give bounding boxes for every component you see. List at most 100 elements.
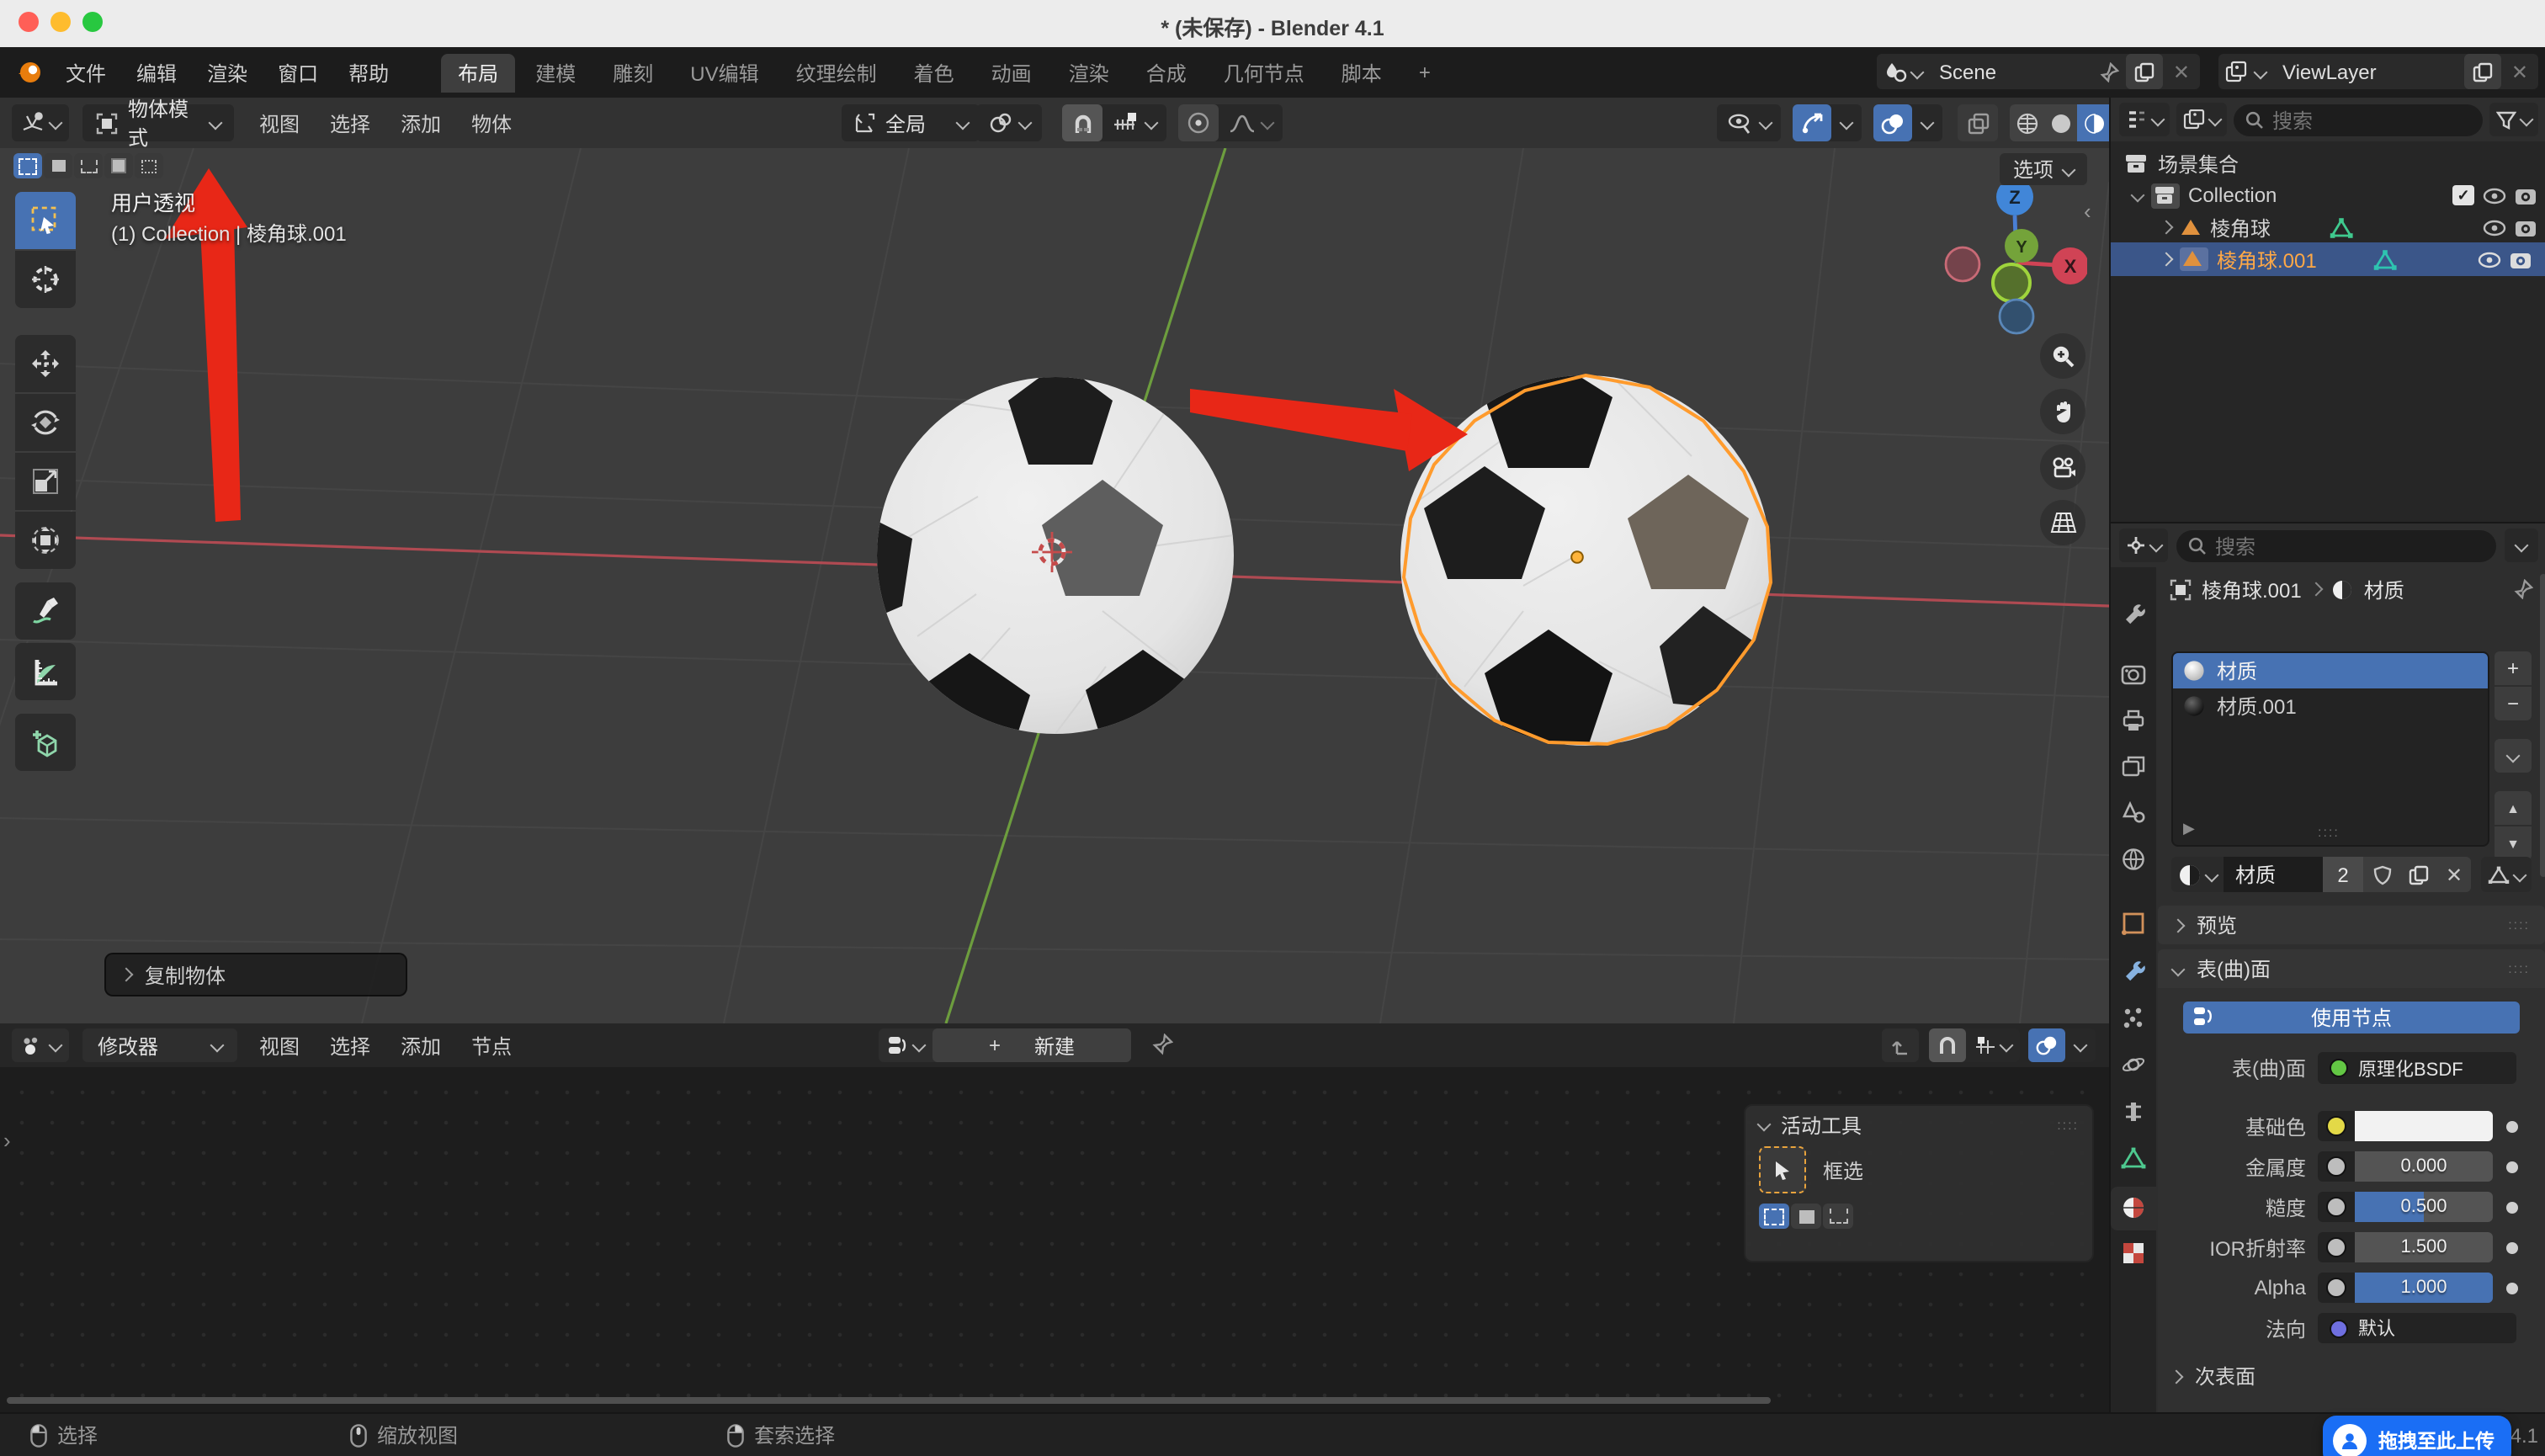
editor-type-outliner[interactable] (2119, 103, 2170, 136)
new-scene-button[interactable] (2126, 54, 2163, 89)
xray-toggle[interactable] (1958, 104, 1998, 141)
shader-dropdown[interactable]: 原理化BSDF (2318, 1052, 2516, 1084)
outliner-search[interactable]: 搜索 (2234, 104, 2483, 136)
properties-search[interactable]: 搜索 (2176, 529, 2496, 561)
workspace-tab-geonodes[interactable]: 几何节点 (1207, 53, 1321, 92)
node-overlays-dropdown[interactable] (2065, 1028, 2096, 1062)
outliner-filter-dropdown[interactable] (2489, 103, 2538, 136)
tool-cursor[interactable] (15, 251, 76, 308)
hide-eye-icon[interactable] (2478, 250, 2501, 268)
outliner-row-object2-selected[interactable]: 棱角球.001 (2111, 242, 2545, 276)
slot-move-up-button[interactable]: ▲ (2495, 791, 2532, 825)
orientation-dropdown[interactable]: 全局 (842, 104, 980, 141)
tab-object-data[interactable] (2121, 1146, 2146, 1170)
material-name-field[interactable]: 材质 (2224, 857, 2323, 892)
material-slot-0[interactable]: 材质 (2173, 653, 2488, 688)
operator-panel[interactable]: 复制物体 (104, 953, 407, 996)
node-add-menu[interactable]: 添加 (385, 1031, 456, 1060)
visibility-dropdown[interactable] (1717, 104, 1781, 141)
viewlayer-name[interactable]: ViewLayer (2272, 60, 2464, 83)
metallic-slider[interactable]: 0.000 (2355, 1151, 2493, 1182)
tab-tool[interactable] (2121, 601, 2146, 626)
normal-field[interactable]: 默认 (2318, 1313, 2516, 1343)
pan-view-button[interactable] (2040, 389, 2085, 434)
snap-toggle[interactable] (1062, 104, 1102, 141)
workspace-tab-layout[interactable]: 布局 (441, 53, 515, 92)
overlays-dropdown[interactable] (1912, 104, 1942, 141)
object-menu[interactable]: 物体 (456, 109, 527, 137)
slot-list-grip[interactable]: :::: (2318, 825, 2340, 840)
view-menu[interactable]: 视图 (244, 109, 315, 137)
pivot-dropdown[interactable] (976, 104, 1042, 141)
properties-scrollbar[interactable] (2540, 574, 2545, 877)
editor-type-3dview[interactable] (12, 104, 69, 141)
tab-object[interactable] (2121, 911, 2146, 936)
node-select-menu[interactable]: 选择 (315, 1031, 385, 1060)
workspace-tab-uv[interactable]: UV编辑 (673, 53, 775, 92)
slot-move-down-button[interactable]: ▼ (2495, 826, 2532, 860)
tool-transform[interactable] (15, 512, 76, 569)
scene-icon[interactable] (1877, 61, 1929, 82)
zoom-view-button[interactable] (2040, 333, 2085, 379)
decorator-dot[interactable] (2506, 1120, 2518, 1132)
expand-chevron[interactable] (2160, 252, 2174, 267)
select-invert-mode[interactable] (104, 153, 133, 178)
link-mode-dropdown[interactable] (2481, 857, 2532, 892)
outliner-row-object1[interactable]: 棱角球 (2161, 212, 2537, 242)
users-count-button[interactable]: 2 (2323, 857, 2363, 892)
falloff-dropdown[interactable] (1219, 104, 1283, 141)
render-camera-icon[interactable] (2515, 186, 2537, 205)
tab-material-active[interactable] (2111, 1187, 2156, 1230)
node-parent-up-button[interactable] (1882, 1028, 1919, 1062)
workspace-tab-rendering[interactable]: 渲染 (1052, 53, 1126, 92)
hide-eye-icon[interactable] (2483, 218, 2506, 236)
basecolor-swatch[interactable] (2355, 1111, 2493, 1141)
ortho-toggle-button[interactable] (2040, 500, 2085, 545)
tool-mode-subtract[interactable] (1823, 1204, 1853, 1229)
roughness-slider[interactable]: 0.500 (2355, 1192, 2493, 1222)
tab-texture[interactable] (2121, 1241, 2146, 1266)
outliner-row-collection[interactable]: Collection ✓ (2133, 180, 2537, 210)
use-nodes-button[interactable]: 使用节点 (2183, 1002, 2520, 1034)
menu-edit[interactable]: 编辑 (121, 58, 192, 87)
fake-user-button[interactable] (2363, 857, 2400, 892)
unlink-material-button[interactable]: ✕ (2437, 857, 2471, 892)
scene-name[interactable]: Scene (1929, 60, 2092, 83)
blender-logo-icon[interactable] (15, 59, 44, 84)
decorator-dot[interactable] (2506, 1282, 2518, 1294)
tool-select-box[interactable] (15, 192, 76, 249)
tool-mode-set[interactable] (1759, 1204, 1789, 1229)
remove-slot-button[interactable]: − (2495, 687, 2532, 720)
node-pin-icon[interactable] (1151, 1034, 1173, 1055)
unlink-scene-icon[interactable]: ✕ (2163, 60, 2200, 83)
nodetree-type-dropdown[interactable]: 修改器 (82, 1028, 237, 1062)
tool-mode-extend[interactable] (1791, 1204, 1821, 1229)
tab-scene[interactable] (2121, 800, 2146, 823)
gizmos-toggle[interactable] (1793, 104, 1831, 141)
tab-particles[interactable] (2121, 1005, 2146, 1030)
workspace-tab-modeling[interactable]: 建模 (518, 53, 592, 92)
tab-modifiers[interactable] (2121, 958, 2146, 983)
subsurface-section-header[interactable]: 次表面 (2171, 1362, 2255, 1390)
decorator-dot[interactable] (2506, 1241, 2518, 1253)
overlays-toggle[interactable] (1873, 104, 1912, 141)
tab-render[interactable] (2121, 662, 2146, 685)
menu-window[interactable]: 窗口 (263, 58, 333, 87)
breadcrumb-object[interactable]: 棱角球.001 (2202, 575, 2302, 603)
viewport-3d[interactable]: 选项 用户透视 (1) Collection | 棱角球.001 (0, 148, 2109, 1023)
tab-world[interactable] (2121, 847, 2146, 872)
tool-annotate[interactable] (15, 582, 76, 640)
sidebar-collapse-arrow[interactable]: ‹ (2084, 199, 2091, 224)
tab-viewlayer[interactable] (2121, 754, 2146, 778)
add-menu[interactable]: 添加 (385, 109, 456, 137)
breadcrumb-tab[interactable]: 材质 (2364, 575, 2404, 603)
editor-type-properties[interactable] (2119, 529, 2168, 562)
shading-material[interactable] (2077, 104, 2111, 141)
new-viewlayer-button[interactable] (2464, 54, 2501, 89)
pin-icon[interactable] (2092, 61, 2126, 82)
workspace-tab-shading[interactable]: 着色 (897, 53, 971, 92)
tab-output[interactable] (2121, 709, 2146, 732)
viewport-options-dropdown[interactable]: 选项 (2000, 153, 2087, 185)
menu-render[interactable]: 渲染 (192, 58, 263, 87)
panel-grip-dots[interactable]: :::: (2508, 961, 2530, 976)
